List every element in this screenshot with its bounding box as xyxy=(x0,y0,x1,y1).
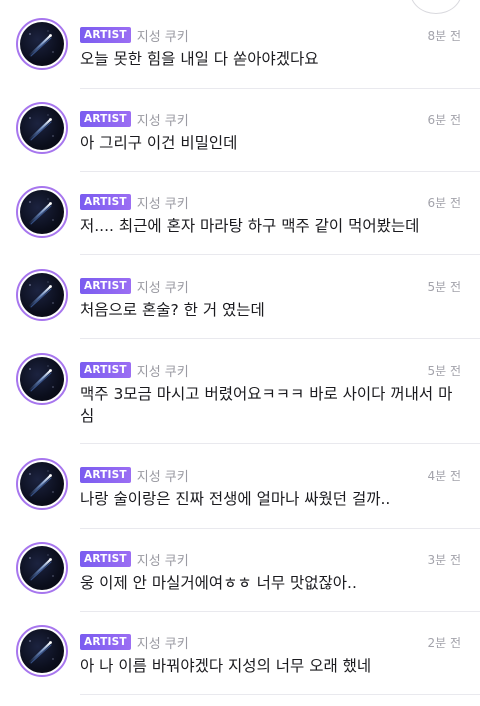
message-meta: ARTIST 지성 쿠키 xyxy=(80,110,189,129)
author-name: 지성 쿠키 xyxy=(136,553,189,569)
message-meta: ARTIST 지성 쿠키 xyxy=(80,633,189,652)
artist-badge: ARTIST xyxy=(80,551,131,567)
scroll-top-button[interactable] xyxy=(410,0,462,14)
comet-avatar-image xyxy=(20,273,64,317)
divider xyxy=(80,254,480,255)
artist-avatar[interactable] xyxy=(16,353,68,405)
message-text: 아 그리구 이건 비밀인데 xyxy=(80,134,238,152)
message-meta: ARTIST 지성 쿠키 xyxy=(80,26,189,45)
message-meta: ARTIST 지성 쿠키 xyxy=(80,550,189,569)
artist-badge: ARTIST xyxy=(80,111,131,127)
author-name: 지성 쿠키 xyxy=(136,636,189,652)
timestamp: 6분 전 xyxy=(427,196,461,210)
message-meta: ARTIST 지성 쿠키 xyxy=(80,361,189,380)
message-meta: ARTIST 지성 쿠키 xyxy=(80,277,189,296)
artist-avatar[interactable] xyxy=(16,625,68,677)
comet-avatar-image xyxy=(20,190,64,234)
message-text: 오늘 못한 힘을 내일 다 쏟아야겠다요 xyxy=(80,50,319,68)
artist-avatar[interactable] xyxy=(16,269,68,321)
message-text: 맥주 3모금 마시고 버렸어요ㅋㅋㅋ 바로 사이다 꺼내서 마심 xyxy=(80,385,453,425)
artist-avatar[interactable] xyxy=(16,458,68,510)
message-text: 저.... 최근에 혼자 마라탕 하구 맥주 같이 먹어봤는데 xyxy=(80,217,420,235)
timestamp: 3분 전 xyxy=(427,553,461,567)
message-meta: ARTIST 지성 쿠키 xyxy=(80,466,189,485)
divider xyxy=(80,171,480,172)
artist-avatar[interactable] xyxy=(16,18,68,70)
artist-badge: ARTIST xyxy=(80,194,131,210)
comet-avatar-image xyxy=(20,546,64,590)
author-name: 지성 쿠키 xyxy=(136,196,189,212)
author-name: 지성 쿠키 xyxy=(136,280,189,296)
comet-avatar-image xyxy=(20,357,64,401)
author-name: 지성 쿠키 xyxy=(136,469,189,485)
message-text: 처음으로 혼술? 한 거 였는데 xyxy=(80,301,265,319)
timestamp: 5분 전 xyxy=(427,280,461,294)
artist-badge: ARTIST xyxy=(80,278,131,294)
comet-avatar-image xyxy=(20,106,64,150)
divider xyxy=(80,443,480,444)
author-name: 지성 쿠키 xyxy=(136,364,189,380)
comet-avatar-image xyxy=(20,629,64,673)
message-text: 나랑 술이랑은 진짜 전생에 얼마나 싸웠던 걸까.. xyxy=(80,490,391,508)
message-meta: ARTIST 지성 쿠키 xyxy=(80,193,189,212)
timestamp: 2분 전 xyxy=(427,636,461,650)
author-name: 지성 쿠키 xyxy=(136,113,189,129)
artist-badge: ARTIST xyxy=(80,362,131,378)
timestamp: 5분 전 xyxy=(427,364,461,378)
comet-avatar-image xyxy=(20,22,64,66)
message-text: 웅 이제 안 마실거에여ㅎㅎ 너무 맛없잖아.. xyxy=(80,574,357,592)
message-text: 아 나 이름 바꿔야겠다 지성의 너무 오래 했네 xyxy=(80,657,372,675)
divider xyxy=(80,611,480,612)
timestamp: 8분 전 xyxy=(427,29,461,43)
artist-badge: ARTIST xyxy=(80,27,131,43)
artist-avatar[interactable] xyxy=(16,186,68,238)
divider xyxy=(80,528,480,529)
divider xyxy=(80,694,480,695)
timestamp: 4분 전 xyxy=(427,469,461,483)
divider xyxy=(80,338,480,339)
artist-badge: ARTIST xyxy=(80,634,131,650)
artist-badge: ARTIST xyxy=(80,467,131,483)
comet-avatar-image xyxy=(20,462,64,506)
divider xyxy=(80,88,480,89)
artist-avatar[interactable] xyxy=(16,542,68,594)
author-name: 지성 쿠키 xyxy=(136,29,189,45)
artist-avatar[interactable] xyxy=(16,102,68,154)
message-feed: ARTIST 지성 쿠키 8분 전오늘 못한 힘을 내일 다 쏟아야겠다요 ARTI… xyxy=(0,0,480,706)
timestamp: 6분 전 xyxy=(427,113,461,127)
